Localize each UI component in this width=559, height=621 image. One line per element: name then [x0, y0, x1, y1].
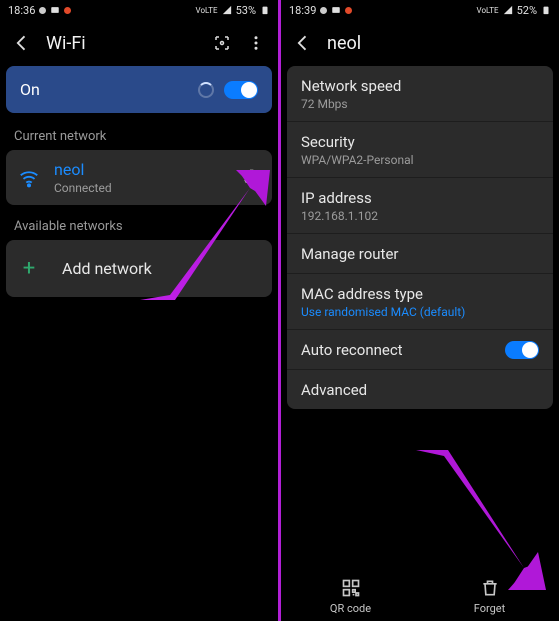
wifi-toggle-label: On	[20, 80, 40, 99]
forget-button[interactable]: Forget	[420, 578, 559, 615]
notification-dot-icon	[39, 7, 46, 14]
advanced-item[interactable]: Advanced	[287, 369, 553, 409]
qr-code-icon	[341, 578, 361, 598]
manage-router-item[interactable]: Manage router	[287, 233, 553, 273]
notification-dot-icon	[320, 7, 327, 14]
switch-icon[interactable]	[505, 341, 539, 359]
battery-text: 52%	[517, 4, 537, 17]
mac-address-item[interactable]: MAC address type Use randomised MAC (def…	[287, 273, 553, 329]
header: Wi-Fi	[0, 20, 278, 66]
current-network-row[interactable]: neol Connected	[6, 150, 272, 205]
status-time: 18:39	[289, 4, 316, 17]
switch-icon[interactable]	[224, 81, 258, 99]
image-icon	[50, 5, 60, 15]
add-network-label: Add network	[62, 259, 152, 278]
page-title: Wi-Fi	[46, 33, 198, 54]
scan-icon[interactable]	[212, 33, 232, 53]
battery-text: 53%	[236, 4, 256, 17]
volte-icon: VoLTE	[196, 6, 218, 15]
loading-spinner-icon	[198, 82, 214, 98]
bottom-action-bar: QR code Forget	[281, 578, 559, 621]
qr-code-button[interactable]: QR code	[281, 578, 420, 615]
page-title: neol	[327, 33, 547, 54]
recording-dot-icon	[345, 7, 352, 14]
wifi-master-toggle[interactable]: On	[6, 66, 272, 113]
forget-label: Forget	[474, 602, 505, 615]
status-time: 18:36	[8, 4, 35, 17]
battery-icon	[541, 5, 551, 15]
trash-icon	[480, 578, 500, 598]
ip-address-item[interactable]: IP address 192.168.1.102	[287, 177, 553, 233]
add-network-row[interactable]: + Add network	[6, 240, 272, 297]
gear-icon[interactable]	[240, 168, 260, 188]
wifi-signal-icon	[18, 167, 40, 189]
security-item[interactable]: Security WPA/WPA2-Personal	[287, 121, 553, 177]
plus-icon: +	[18, 256, 40, 281]
volte-icon: VoLTE	[477, 6, 499, 15]
status-bar: 18:39 VoLTE 52%	[281, 0, 559, 20]
more-icon[interactable]	[246, 33, 266, 53]
network-detail-screen: 18:39 VoLTE 52% neol Network speed 72	[281, 0, 559, 621]
status-bar: 18:36 VoLTE 53%	[0, 0, 278, 20]
header: neol	[281, 20, 559, 66]
wifi-settings-screen: 18:36 VoLTE 53% Wi-Fi	[0, 0, 281, 621]
available-networks-label: Available networks	[0, 213, 278, 240]
back-icon[interactable]	[12, 33, 32, 53]
signal-icon	[503, 5, 513, 15]
current-network-label: Current network	[0, 123, 278, 150]
network-speed-item[interactable]: Network speed 72 Mbps	[287, 66, 553, 121]
recording-dot-icon	[64, 7, 71, 14]
battery-icon	[260, 5, 270, 15]
signal-icon	[222, 5, 232, 15]
back-icon[interactable]	[293, 33, 313, 53]
network-status: Connected	[54, 181, 226, 195]
network-name: neol	[54, 160, 226, 179]
image-icon	[331, 5, 341, 15]
auto-reconnect-item[interactable]: Auto reconnect	[287, 329, 553, 369]
qr-code-label: QR code	[330, 602, 371, 615]
